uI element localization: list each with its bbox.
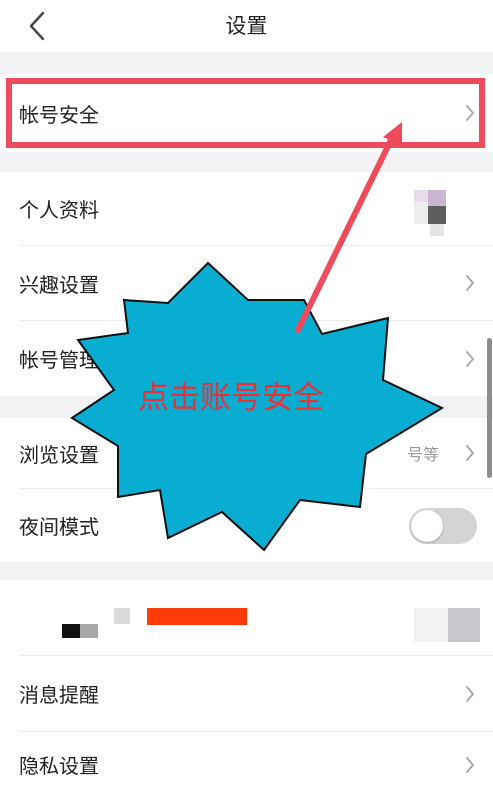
row-account-security[interactable]: 帐号安全 <box>0 74 493 152</box>
row-label: 夜间模式 <box>19 515 99 539</box>
night-mode-toggle[interactable] <box>409 507 477 544</box>
toggle-knob <box>411 509 443 542</box>
chevron-right-icon <box>463 349 477 369</box>
page-title: 设置 <box>225 14 268 38</box>
chevron-right-icon <box>463 443 477 463</box>
row-account-card[interactable] <box>0 580 493 655</box>
row-browse[interactable]: 浏览设置 号等 <box>0 418 493 488</box>
section-gap <box>0 396 493 418</box>
row-notifications[interactable]: 消息提醒 <box>0 656 493 731</box>
row-profile[interactable]: 个人资料 <box>0 172 493 245</box>
scrollbar[interactable] <box>487 338 492 478</box>
chevron-right-icon <box>463 755 477 775</box>
redacted-block <box>414 608 448 642</box>
header-bar: 设置 <box>0 0 493 52</box>
redacted-block <box>114 608 130 624</box>
row-label: 帐号安全 <box>19 102 99 127</box>
chevron-right-icon <box>463 684 477 704</box>
row-interests[interactable]: 兴趣设置 <box>0 246 493 320</box>
row-account-manage[interactable]: 帐号管理 <box>0 321 493 396</box>
row-hint: 号等 <box>406 445 439 464</box>
section-gap <box>0 562 493 580</box>
chevron-right-icon <box>463 103 477 123</box>
section-gap <box>0 52 493 74</box>
row-privacy[interactable]: 隐私设置 <box>0 732 493 797</box>
row-night-mode: 夜间模式 <box>0 489 493 562</box>
chevron-right-icon <box>463 273 477 293</box>
section-gap <box>0 152 493 172</box>
row-label: 隐私设置 <box>19 754 99 778</box>
row-label: 消息提醒 <box>19 683 99 707</box>
row-label: 帐号管理 <box>19 348 99 372</box>
redacted-name <box>147 608 247 625</box>
row-label: 个人资料 <box>19 198 99 222</box>
row-label: 兴趣设置 <box>19 272 99 297</box>
row-label: 浏览设置 <box>19 442 99 467</box>
redacted-block <box>448 608 480 642</box>
